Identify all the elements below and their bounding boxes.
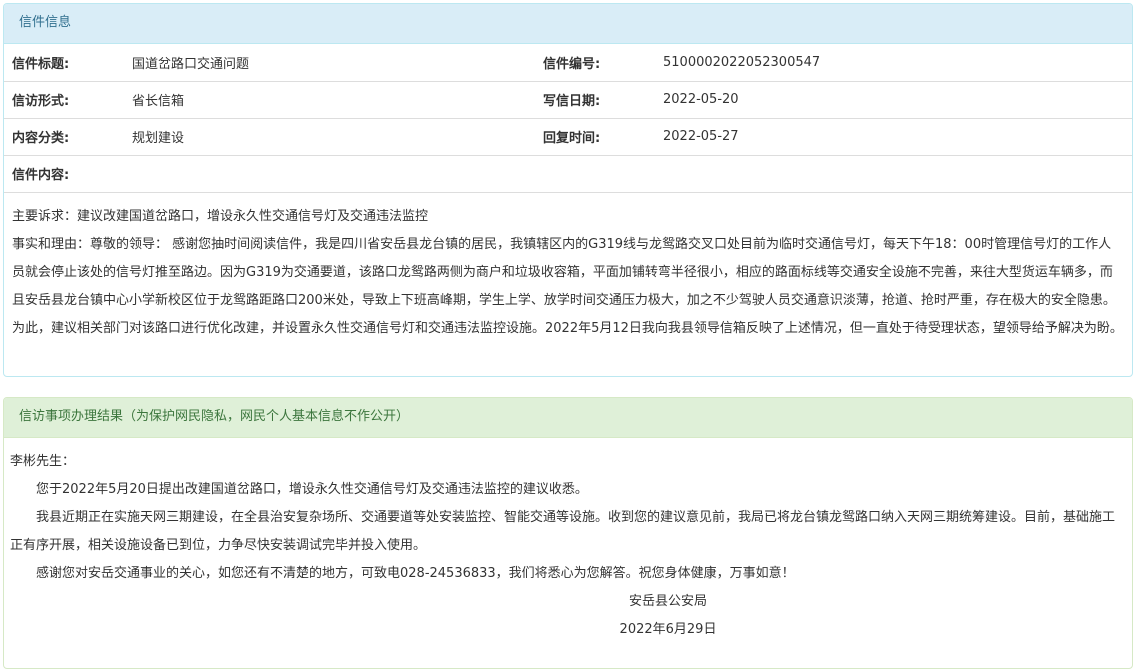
reply-salutation: 李彬先生： <box>10 454 76 469</box>
write-date-value: 2022-05-20 <box>655 81 1132 119</box>
petition-form-label: 信访形式: <box>4 81 124 119</box>
write-date-label: 写信日期: <box>535 81 655 119</box>
result-heading: 信访事项办理结果（为保护网民隐私，网民个人基本信息不作公开） <box>4 398 1132 438</box>
reply-paragraph: 您于2022年5月20日提出改建国道岔路口，增设永久性交通信号灯及交通违法监控的… <box>36 482 588 497</box>
reply-paragraph: 我县近期正在实施天网三期建设，在全县治安复杂场所、交通要道等处安装监控、智能交通… <box>10 510 1116 553</box>
letter-info-table: 信件标题: 国道岔路口交通问题 信件编号: 510000202205230054… <box>4 44 1132 193</box>
letter-info-heading: 信件信息 <box>4 4 1132 44</box>
petition-form-value: 省长信箱 <box>124 81 535 119</box>
table-row: 内容分类: 规划建设 回复时间: 2022-05-27 <box>4 118 1132 156</box>
table-row: 信件内容: <box>4 155 1132 193</box>
reply-time-label: 回复时间: <box>535 118 655 156</box>
letter-content-label: 信件内容: <box>4 155 1132 193</box>
category-value: 规划建设 <box>124 118 535 156</box>
signature-org: 安岳县公安局 <box>628 594 707 609</box>
signature-date: 2022年6月29日 <box>619 622 717 637</box>
table-row: 信访形式: 省长信箱 写信日期: 2022-05-20 <box>4 81 1132 119</box>
letter-title-label: 信件标题: <box>4 44 124 82</box>
category-label: 内容分类: <box>4 118 124 156</box>
reply-paragraph: 感谢您对安岳交通事业的关心，如您还有不清楚的地方，可致电028-24536833… <box>36 566 795 581</box>
letter-title-value: 国道岔路口交通问题 <box>124 44 535 82</box>
reply-time-value: 2022-05-27 <box>655 118 1132 156</box>
result-panel: 信访事项办理结果（为保护网民隐私，网民个人基本信息不作公开） 李彬先生： 您于2… <box>3 397 1133 669</box>
table-row: 信件标题: 国道岔路口交通问题 信件编号: 510000202205230054… <box>4 44 1132 82</box>
letter-info-panel: 信件信息 信件标题: 国道岔路口交通问题 信件编号: 5100002022052… <box>3 3 1133 377</box>
letter-facts: 事实和理由：尊敬的领导： 感谢您抽时间阅读信件，我是四川省安岳县龙台镇的居民，我… <box>12 236 1123 336</box>
letter-number-label: 信件编号: <box>535 44 655 82</box>
letter-appeal: 主要诉求：建议改建国道岔路口，增设永久性交通信号灯及交通违法监控 <box>12 208 429 224</box>
letter-content-body: 主要诉求：建议改建国道岔路口，增设永久性交通信号灯及交通违法监控 事实和理由：尊… <box>4 193 1132 343</box>
letter-number-value: 5100002022052300547 <box>655 44 1132 82</box>
reply-body: 李彬先生： 您于2022年5月20日提出改建国道岔路口，增设永久性交通信号灯及交… <box>4 438 1132 644</box>
